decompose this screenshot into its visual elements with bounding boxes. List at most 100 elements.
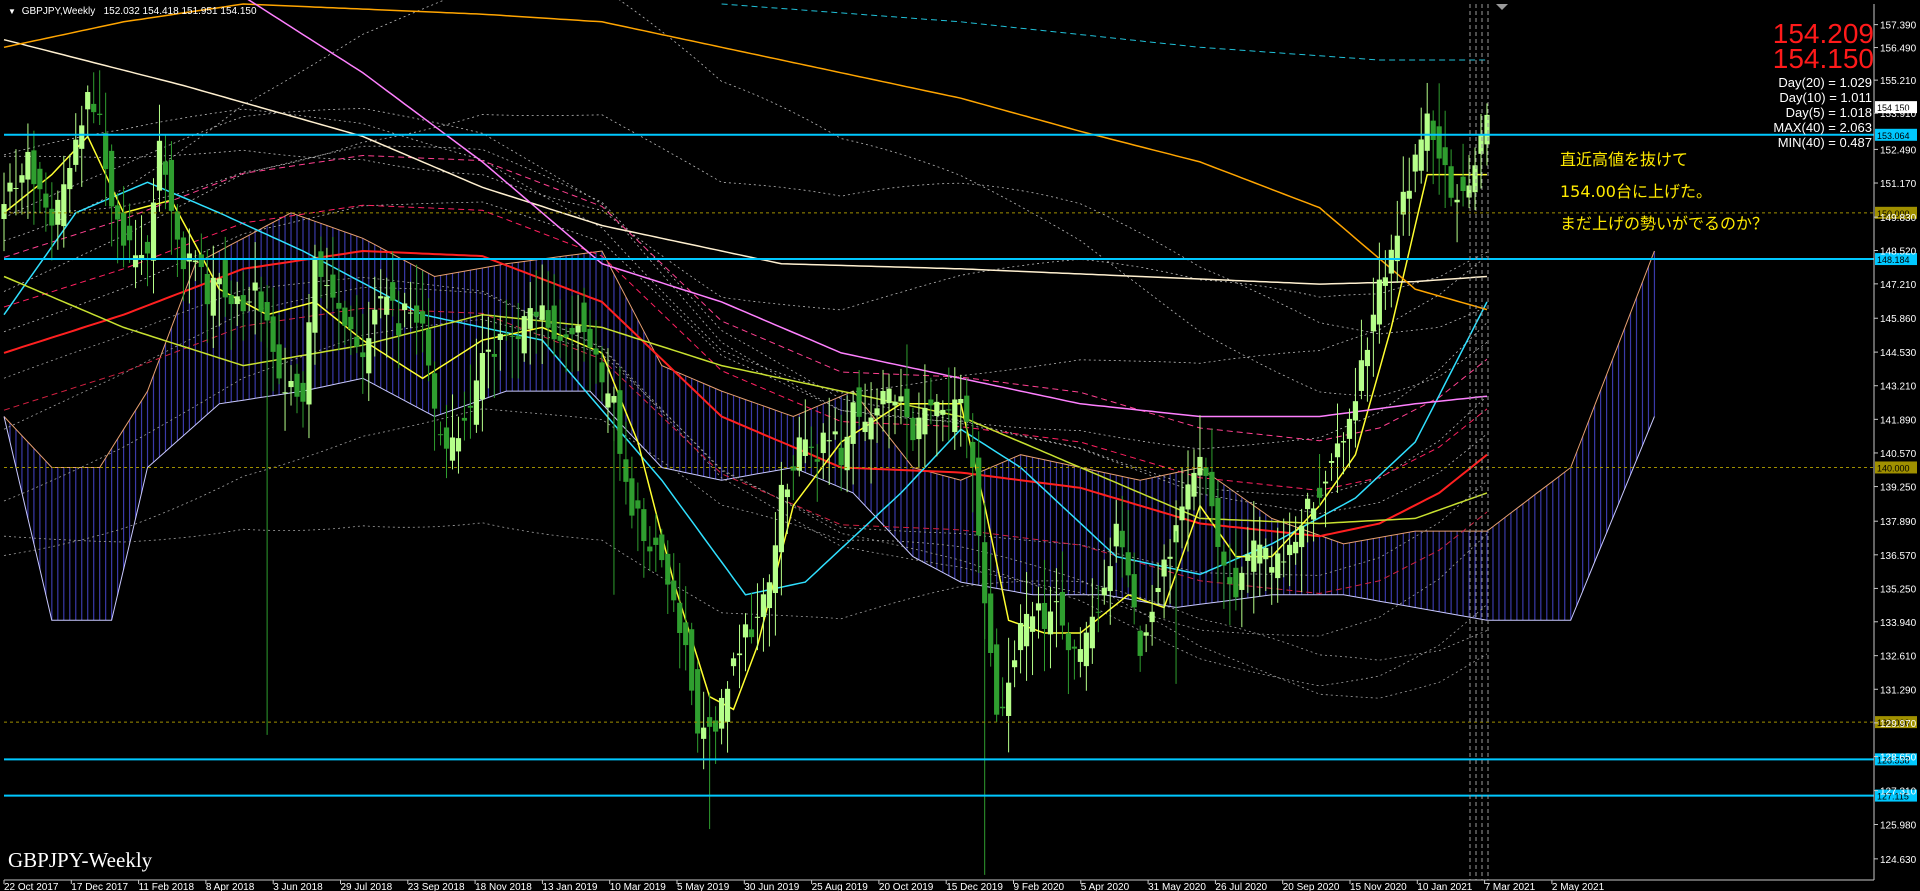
candle-body: [1275, 553, 1281, 579]
candle-body: [384, 296, 390, 315]
candle-body: [425, 329, 432, 366]
candle-body: [1412, 154, 1418, 172]
candle-body: [1400, 191, 1406, 215]
candle-body: [856, 387, 862, 417]
y-tick-label: 151.170: [1880, 179, 1917, 190]
candle-body: [324, 285, 330, 287]
candle-body: [581, 302, 587, 333]
x-tick-label: 23 Sep 2018: [408, 882, 465, 891]
candle-body: [772, 545, 778, 594]
candle-body: [1352, 401, 1359, 421]
candle-body: [443, 427, 450, 449]
chart-watermark: GBPJPY-Weekly: [8, 848, 153, 872]
candle-body: [288, 380, 294, 388]
candle-body: [892, 401, 898, 406]
candle-body: [994, 644, 1000, 715]
candle-body: [1000, 706, 1006, 709]
candle-body: [695, 669, 701, 734]
candle-body: [862, 421, 868, 433]
candle-body: [120, 212, 127, 246]
candle-body: [1197, 456, 1203, 476]
candle-body: [521, 316, 527, 354]
candle-body: [844, 436, 850, 471]
candle-body: [1113, 523, 1119, 547]
candle-body: [898, 396, 904, 402]
candle-body: [748, 629, 755, 638]
candle-body: [982, 542, 988, 604]
candle-body: [1065, 633, 1072, 651]
candle-body: [1239, 572, 1245, 590]
y-tick-label: 143.210: [1880, 382, 1917, 393]
candle-body: [330, 274, 336, 298]
candle-body: [1322, 481, 1329, 484]
candle-body: [360, 352, 366, 358]
x-tick-label: 2 May 2021: [1552, 882, 1605, 891]
candle-body: [665, 553, 671, 585]
candle-body: [156, 140, 163, 191]
candle-body: [354, 336, 360, 347]
candle-body: [1472, 165, 1478, 193]
stat-day20: Day(20) = 1.029: [1778, 75, 1872, 90]
candle-body: [1155, 587, 1161, 593]
candle-body: [766, 582, 773, 609]
x-tick-label: 31 May 2020: [1148, 882, 1206, 891]
candle-body: [718, 697, 725, 729]
candle-body: [109, 150, 115, 207]
candle-body: [1167, 556, 1173, 559]
chart-ohlc: 152.032 154.418 151.951 154.150: [103, 6, 257, 17]
candle-body: [126, 225, 133, 241]
candle-body: [234, 296, 240, 305]
candle-body: [1035, 603, 1042, 611]
candle-body: [497, 333, 503, 340]
candle-body: [1334, 443, 1341, 458]
x-tick-label: 17 Dec 2017: [71, 882, 128, 891]
candle-body: [623, 459, 629, 482]
candle-body: [1287, 544, 1293, 556]
chart-header: ▼ GBPJPY,Weekly 152.032 154.418 151.951 …: [8, 6, 257, 17]
candle-body: [1346, 418, 1353, 439]
candle-body: [186, 253, 192, 262]
candle-body: [635, 500, 641, 509]
candle-body: [1406, 190, 1412, 199]
candle-body: [760, 594, 767, 617]
y-tick-label: 144.530: [1880, 348, 1917, 359]
candle-body: [964, 395, 970, 422]
candle-body: [677, 602, 683, 634]
candle-body: [916, 417, 922, 440]
price-chart[interactable]: 153.064150.000148.184140.000130.000128.5…: [0, 0, 1920, 891]
y-tick-label: 152.490: [1880, 145, 1917, 156]
candle-body: [1293, 541, 1299, 554]
y-tick-label: 132.610: [1880, 652, 1917, 663]
candle-body: [97, 113, 103, 115]
candle-body: [539, 305, 545, 320]
candle-body: [1029, 616, 1036, 632]
candle-body: [1221, 551, 1227, 566]
candle-body: [144, 241, 151, 254]
candle-body: [180, 237, 186, 270]
candle-body: [19, 175, 25, 183]
candle-body: [222, 260, 228, 298]
candle-body: [958, 398, 964, 404]
candle-body: [61, 184, 67, 227]
candle-body: [557, 335, 563, 341]
candle-body: [724, 688, 731, 722]
candle-body: [1251, 540, 1257, 572]
candle-body: [940, 409, 946, 415]
x-tick-label: 20 Sep 2020: [1283, 882, 1340, 891]
candle-body: [150, 202, 157, 261]
candle-body: [1364, 349, 1371, 367]
candle-body: [683, 622, 689, 646]
candle-body: [1059, 591, 1066, 626]
candle-body: [1460, 176, 1466, 192]
dropdown-triangle-icon[interactable]: ▼: [8, 7, 16, 16]
x-tick-label: 22 Oct 2017: [4, 882, 59, 891]
candle-body: [1424, 113, 1430, 151]
candle-body: [1107, 566, 1113, 592]
candle-body: [306, 322, 312, 405]
candle-body: [1131, 574, 1137, 608]
candle-body: [874, 408, 880, 416]
candle-body: [934, 401, 940, 417]
candle-body: [593, 348, 599, 355]
candle-body: [796, 437, 802, 471]
candle-body: [802, 439, 808, 456]
